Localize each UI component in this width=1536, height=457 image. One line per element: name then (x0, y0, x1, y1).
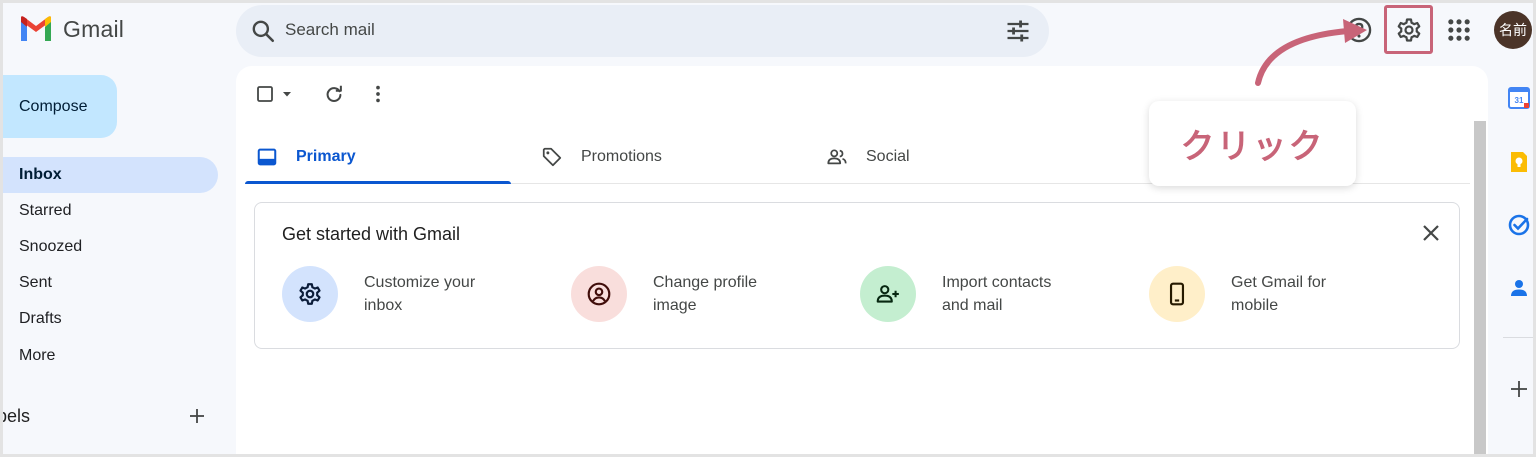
people-icon (827, 148, 847, 164)
customize-icon-circle (282, 266, 338, 322)
svg-text:31: 31 (1515, 96, 1524, 105)
import-icon-circle (860, 266, 916, 322)
tab-social[interactable]: Social (826, 129, 910, 184)
scrollbar[interactable] (1474, 121, 1486, 454)
gear-icon (299, 283, 321, 305)
tab-primary[interactable]: Primary (256, 129, 356, 184)
get-started-card: Get started with Gmail Customize your in… (254, 202, 1460, 349)
keep-icon[interactable] (1508, 151, 1530, 173)
person-add-icon (876, 285, 899, 303)
profile-text-line2: image (653, 297, 697, 314)
active-tab-indicator (245, 181, 511, 184)
mobile-text-line1: Get Gmail for (1231, 274, 1327, 291)
inbox-icon (257, 148, 277, 165)
compose-button[interactable]: Compose (3, 75, 117, 138)
search-options-icon[interactable] (1004, 17, 1032, 45)
mobile-icon-circle (1149, 266, 1205, 322)
refresh-icon[interactable] (323, 83, 345, 105)
tag-icon (542, 147, 562, 166)
gmail-window: Gmail Search mail 名前 Compose Inbox Starr… (0, 0, 1536, 457)
add-addon-icon[interactable] (1508, 378, 1530, 400)
profile-text: Change profile image (653, 271, 783, 317)
customize-text: Customize your inbox (364, 271, 494, 317)
add-label-icon[interactable] (187, 406, 207, 426)
gmail-m-icon (21, 16, 51, 41)
calendar-icon[interactable]: 31 (1508, 87, 1530, 109)
search-bar[interactable]: Search mail (236, 5, 1049, 57)
get-started-import-contacts[interactable]: Import contacts and mail (860, 266, 1072, 322)
customize-text-line2: inbox (364, 297, 403, 314)
phone-icon (1169, 282, 1185, 306)
more-vertical-icon[interactable] (367, 83, 389, 105)
click-annotation: クリック (1149, 101, 1356, 186)
tab-primary-label: Primary (296, 147, 356, 165)
close-icon[interactable] (1419, 221, 1443, 245)
sidebar-item-drafts[interactable]: Drafts (3, 301, 218, 337)
tasks-icon[interactable] (1508, 214, 1530, 236)
get-started-title: Get started with Gmail (282, 224, 461, 244)
import-text: Import contacts and mail (942, 271, 1072, 317)
sidebar-item-starred[interactable]: Starred (3, 193, 218, 229)
profile-icon-circle (571, 266, 627, 322)
rail-divider (1503, 337, 1533, 338)
get-started-profile-image[interactable]: Change profile image (571, 266, 783, 322)
contacts-icon[interactable] (1508, 277, 1530, 299)
account-avatar[interactable]: 名前 (1494, 11, 1532, 49)
select-all-checkbox-icon[interactable] (256, 84, 296, 104)
get-started-customize[interactable]: Customize your inbox (282, 266, 494, 322)
settings-gear-icon[interactable] (1395, 16, 1423, 44)
sidebar-item-inbox[interactable]: Inbox (3, 157, 218, 193)
gmail-wordmark: Gmail (63, 15, 125, 42)
profile-text-line1: Change profile (653, 274, 758, 291)
sidebar-item-more[interactable]: More (3, 338, 218, 374)
search-icon[interactable] (250, 18, 276, 44)
sidebar-item-snoozed[interactable]: Snoozed (3, 229, 218, 265)
annotation-arrow-icon (1255, 19, 1367, 86)
account-circle-icon (587, 282, 611, 306)
mobile-text: Get Gmail for mobile (1231, 271, 1361, 317)
tab-social-label: Social (866, 147, 910, 165)
tab-promotions[interactable]: Promotions (541, 129, 662, 184)
sidebar-item-sent[interactable]: Sent (3, 265, 218, 301)
mobile-text-line2: mobile (1231, 297, 1279, 314)
search-input[interactable]: Search mail (285, 20, 375, 40)
apps-grid-icon[interactable] (1445, 16, 1473, 44)
import-text-line1: Import contacts (942, 274, 1052, 291)
gmail-logo[interactable]: Gmail (19, 15, 124, 43)
get-started-mobile[interactable]: Get Gmail for mobile (1149, 266, 1361, 322)
import-text-line2: and mail (942, 297, 1003, 314)
customize-text-line1: Customize your (364, 274, 476, 291)
labels-heading: bels (0, 406, 31, 426)
tab-promotions-label: Promotions (581, 147, 662, 165)
